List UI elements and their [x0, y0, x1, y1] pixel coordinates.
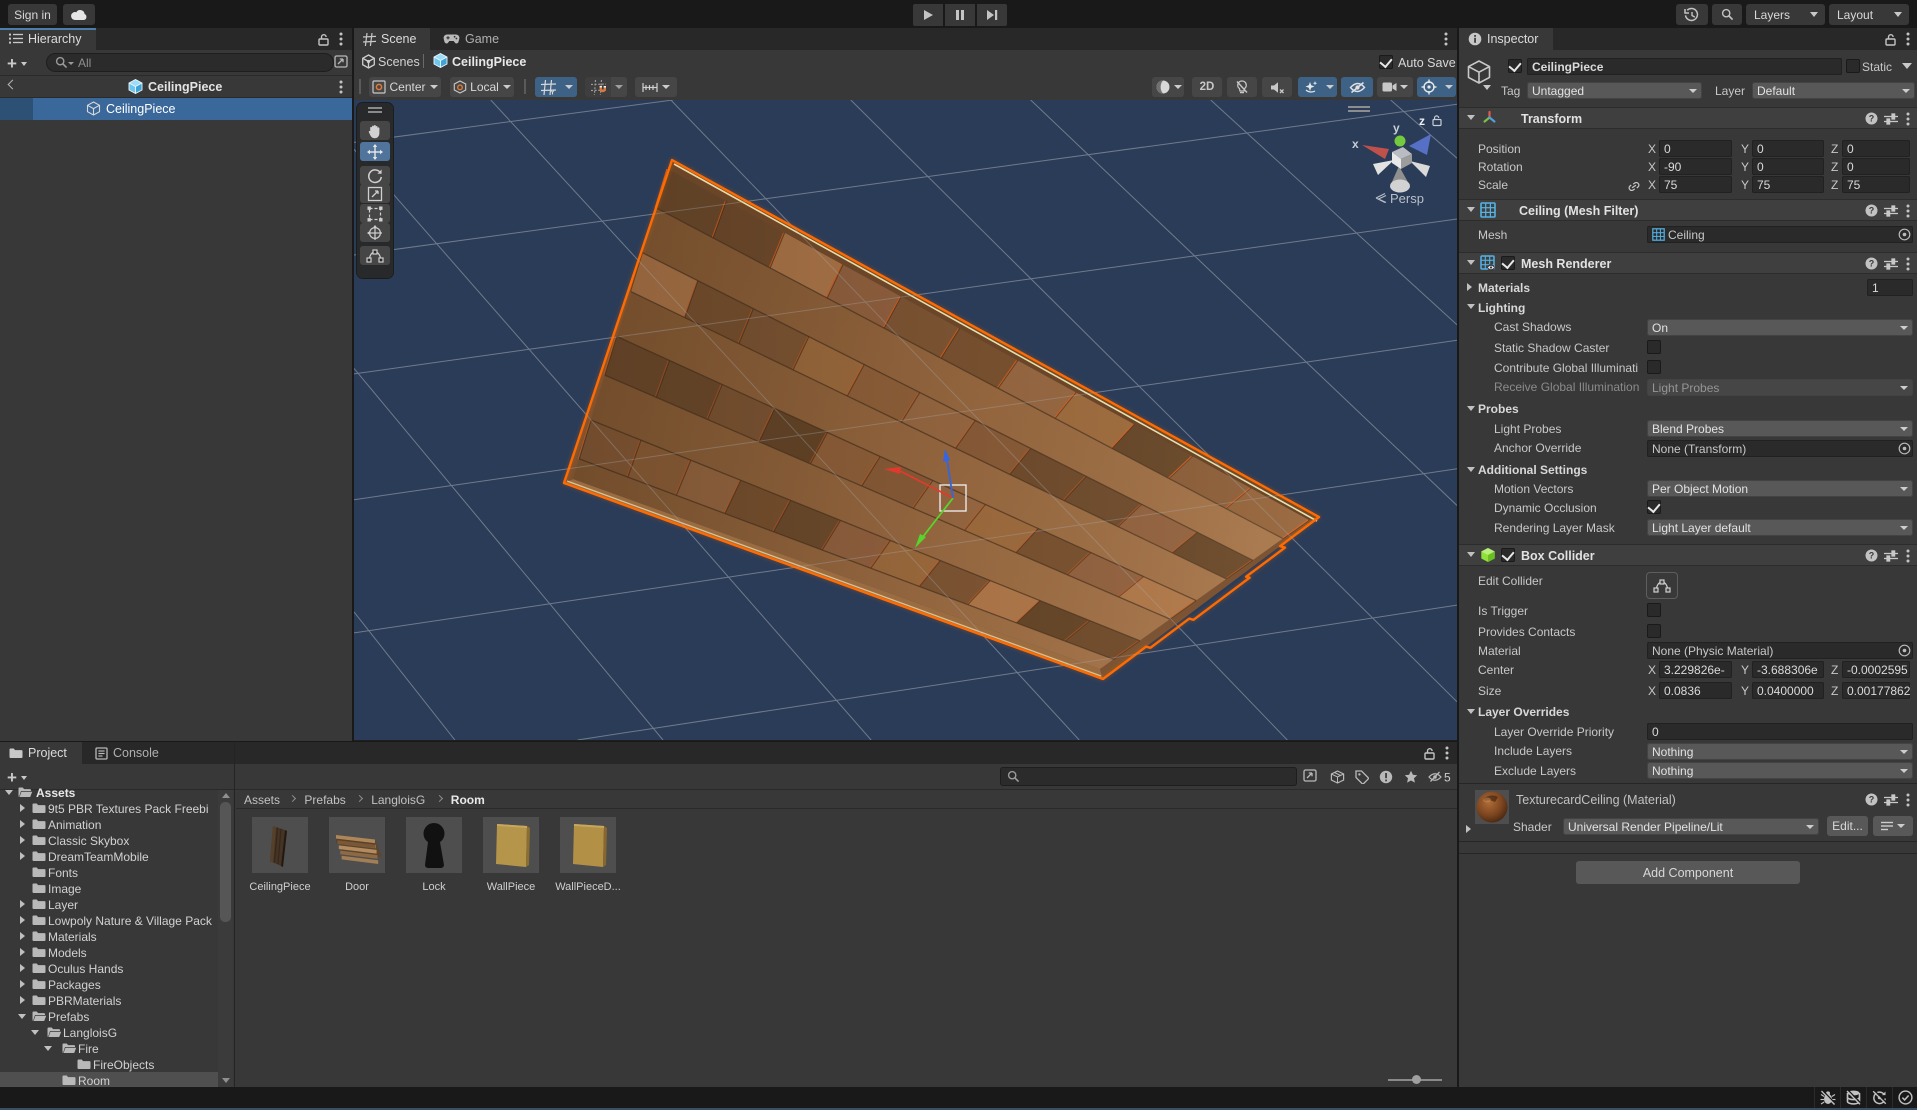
svg-text:z: z [1419, 114, 1425, 128]
svg-text:?: ? [1869, 206, 1875, 216]
svg-text:x: x [1352, 137, 1359, 151]
svg-text:y: y [1393, 121, 1400, 135]
svg-text:Y: Y [550, 87, 555, 95]
svg-text:?: ? [1869, 795, 1875, 805]
svg-text:5: 5 [1444, 771, 1451, 785]
svg-text:?: ? [1869, 259, 1875, 269]
svg-text:?: ? [1869, 551, 1875, 561]
svg-text:Persp: Persp [1390, 191, 1424, 206]
svg-text:?: ? [1869, 114, 1875, 124]
